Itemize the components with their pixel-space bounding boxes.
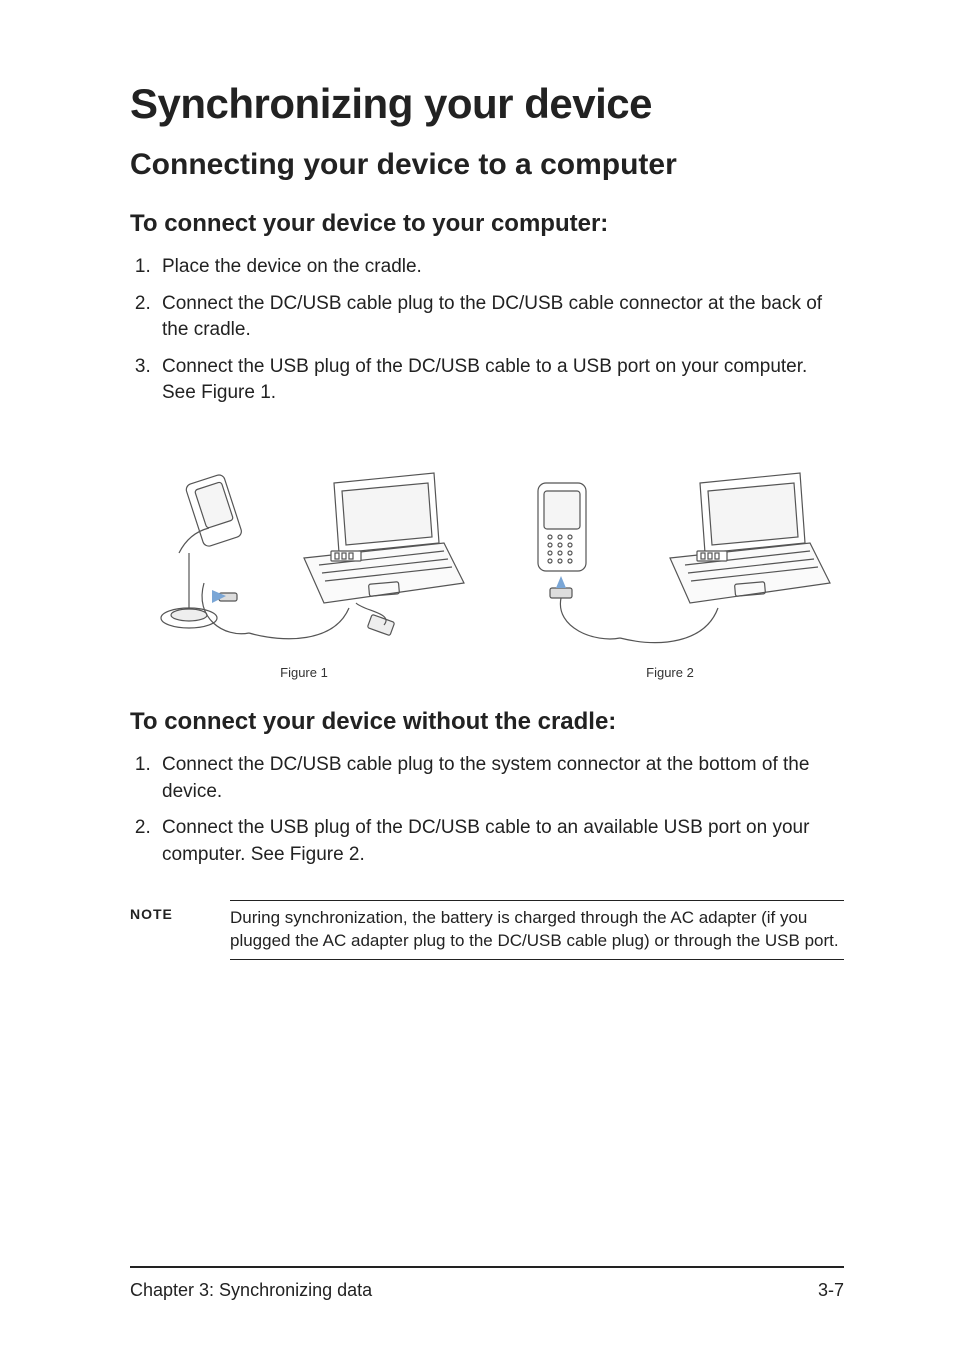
figure-1: Figure 1 xyxy=(130,443,478,680)
figure-2-illustration xyxy=(496,443,844,663)
section-heading: Connecting your device to a computer xyxy=(130,148,844,182)
note-text: During synchronization, the battery is c… xyxy=(230,900,844,960)
figure-2: Figure 2 xyxy=(496,443,844,680)
page-footer: Chapter 3: Synchronizing data 3-7 xyxy=(130,1266,844,1301)
steps-list-1: Place the device on the cradle. Connect … xyxy=(130,254,844,417)
list-item: Place the device on the cradle. xyxy=(156,254,844,281)
note-block: NOTE During synchronization, the battery… xyxy=(130,900,844,960)
figure-1-illustration xyxy=(130,443,478,663)
page-title: Synchronizing your device xyxy=(130,80,844,128)
figures-row: Figure 1 xyxy=(130,443,844,680)
steps-list-2: Connect the DC/USB cable plug to the sys… xyxy=(130,752,844,878)
footer-page-number: 3-7 xyxy=(818,1280,844,1301)
list-item: Connect the DC/USB cable plug to the sys… xyxy=(156,752,844,805)
page: Synchronizing your device Connecting you… xyxy=(0,0,954,1351)
subsection-2-heading: To connect your device without the cradl… xyxy=(130,708,844,736)
figure-2-caption: Figure 2 xyxy=(646,665,694,680)
subsection-1-heading: To connect your device to your computer: xyxy=(130,210,844,238)
note-label: NOTE xyxy=(130,900,200,922)
figure-1-caption: Figure 1 xyxy=(280,665,328,680)
list-item: Connect the USB plug of the DC/USB cable… xyxy=(156,354,844,407)
footer-chapter: Chapter 3: Synchronizing data xyxy=(130,1280,372,1301)
list-item: Connect the USB plug of the DC/USB cable… xyxy=(156,815,844,868)
list-item: Connect the DC/USB cable plug to the DC/… xyxy=(156,291,844,344)
